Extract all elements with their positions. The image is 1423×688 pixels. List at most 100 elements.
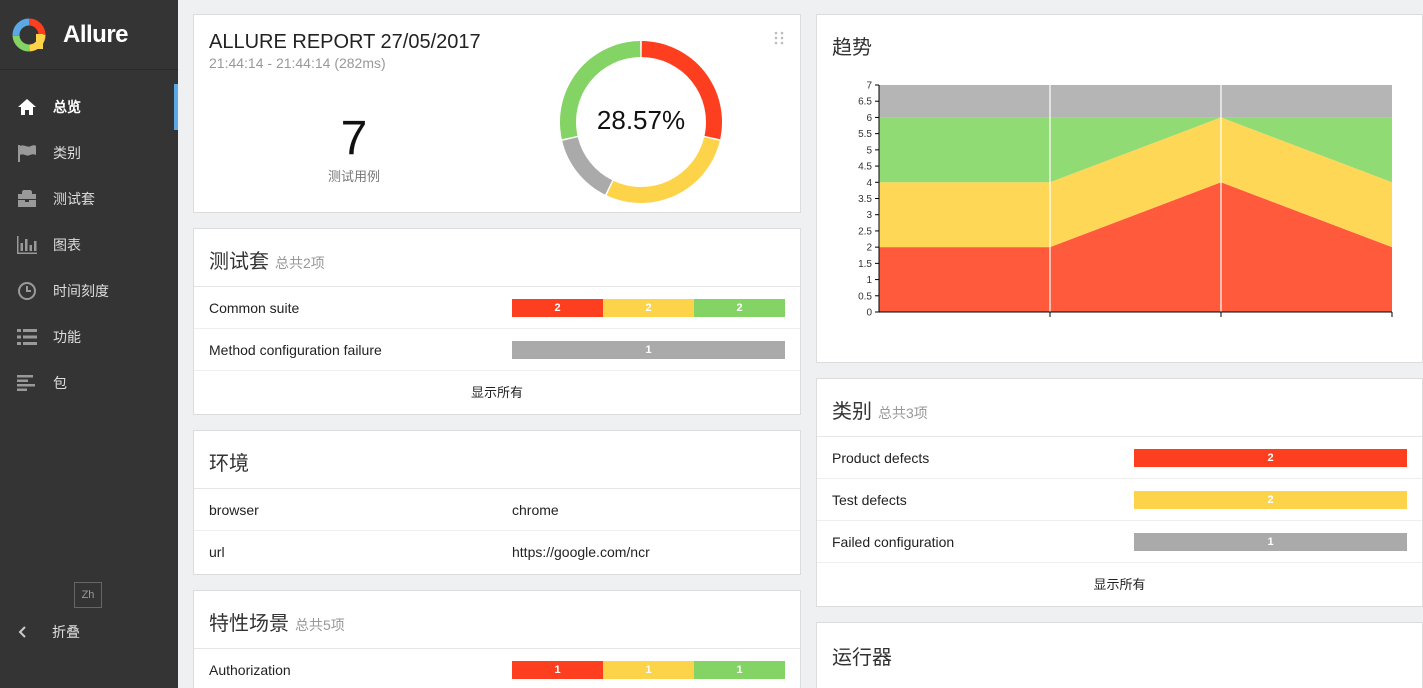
executors-widget: 运行器 bbox=[816, 622, 1423, 688]
clock-icon bbox=[16, 282, 38, 300]
passed-segment: 1 bbox=[694, 661, 785, 679]
trend-y-tick-label: 1 bbox=[866, 275, 872, 286]
trend-y-tick-label: 6.5 bbox=[858, 97, 872, 108]
suite-name: Common suite bbox=[209, 299, 300, 316]
categories-widget: 类别 总共3项 Product defects 2 Test defects 2 … bbox=[816, 378, 1423, 607]
chevron-left-icon bbox=[18, 626, 26, 638]
trend-y-tick-label: 4 bbox=[866, 178, 872, 189]
summary-widget: ALLURE REPORT 27/05/2017 21:44:14 - 21:4… bbox=[193, 14, 801, 213]
trend-chart[interactable]: 0 0.5 1 1.5 2 2.5 3 3.5 4 4.5 5 5.5 6 6.5 7 bbox=[832, 81, 1402, 331]
categories-count: 总共3项 bbox=[878, 405, 928, 421]
category-name: Failed configuration bbox=[832, 533, 955, 550]
env-key: url bbox=[209, 544, 225, 560]
app-name: Allure bbox=[63, 20, 129, 48]
category-row[interactable]: Failed configuration 1 bbox=[817, 521, 1422, 563]
collapse-label: 折叠 bbox=[52, 624, 80, 640]
suite-status-bar: 2 2 2 bbox=[512, 299, 785, 317]
environment-row: url https://google.com/ncr bbox=[194, 531, 800, 573]
align-left-icon bbox=[16, 374, 38, 392]
executors-title: 运行器 bbox=[832, 647, 892, 669]
broken-segment: 1 bbox=[603, 661, 694, 679]
trend-y-tick-label: 5 bbox=[866, 145, 872, 156]
feature-status-bar: 1 1 1 bbox=[512, 661, 785, 679]
category-row[interactable]: Test defects 2 bbox=[817, 479, 1422, 521]
home-icon bbox=[16, 98, 38, 116]
trend-y-tick-label: 1.5 bbox=[858, 259, 872, 270]
failed-segment: 1 bbox=[512, 661, 603, 679]
flag-icon bbox=[16, 144, 38, 162]
brand[interactable]: Allure bbox=[0, 0, 178, 70]
sidebar-item-suites[interactable]: 测试套 bbox=[0, 176, 178, 222]
trend-title: 趋势 bbox=[832, 37, 872, 59]
categories-title: 类别 总共3项 bbox=[817, 379, 1422, 437]
sidebar-item-behaviors[interactable]: 功能 bbox=[0, 314, 178, 360]
categories-show-all-link[interactable]: 显示所有 bbox=[817, 563, 1422, 603]
category-name: Product defects bbox=[832, 449, 930, 466]
sidebar-nav: 总览 类别 测试套 图表 时间刻度 功能 包 bbox=[0, 84, 178, 406]
broken-segment: 2 bbox=[603, 299, 694, 317]
sidebar-item-graphs[interactable]: 图表 bbox=[0, 222, 178, 268]
category-count: 2 bbox=[1134, 491, 1407, 509]
sidebar-item-timeline[interactable]: 时间刻度 bbox=[0, 268, 178, 314]
allure-logo-icon bbox=[12, 18, 46, 51]
trend-y-tick-label: 2 bbox=[866, 243, 872, 254]
suite-row[interactable]: Method configuration failure 1 bbox=[194, 329, 800, 371]
sidebar-item-overview[interactable]: 总览 bbox=[0, 84, 178, 130]
category-count: 2 bbox=[1134, 449, 1407, 467]
trend-y-tick-label: 5.5 bbox=[858, 129, 872, 140]
features-title-text: 特性场景 bbox=[209, 613, 289, 635]
category-name: Test defects bbox=[832, 491, 907, 508]
sidebar-item-label: 时间刻度 bbox=[53, 283, 109, 299]
drag-handle-icon[interactable] bbox=[774, 31, 784, 45]
sidebar-item-packages[interactable]: 包 bbox=[0, 360, 178, 406]
category-count: 1 bbox=[1134, 533, 1407, 551]
category-row[interactable]: Product defects 2 bbox=[817, 437, 1422, 479]
trend-widget: 趋势 0 0.5 1 1.5 2 2.5 3 3.5 4 4.5 5 5.5 6 6.5 7 bbox=[816, 14, 1423, 363]
category-bar: 2 bbox=[1134, 449, 1407, 467]
language-switch-button[interactable]: Zh bbox=[74, 582, 102, 608]
collapse-sidebar-button[interactable]: 折叠 bbox=[16, 620, 80, 644]
suites-show-all-link[interactable]: 显示所有 bbox=[194, 371, 800, 411]
total-test-cases: 7 bbox=[340, 112, 368, 165]
total-test-cases-label: 测试用例 bbox=[327, 169, 380, 184]
environment-row: browser chrome bbox=[194, 489, 800, 531]
feature-name: Authorization bbox=[209, 661, 291, 678]
trend-y-tick-label: 3.5 bbox=[858, 194, 872, 205]
feature-row[interactable]: Authorization 1 1 1 bbox=[194, 649, 800, 688]
trend-y-tick-label: 2.5 bbox=[858, 226, 872, 237]
sidebar-item-label: 类别 bbox=[53, 145, 81, 161]
broken-slice[interactable] bbox=[606, 137, 720, 204]
env-value: https://google.com/ncr bbox=[512, 544, 650, 560]
suite-name: Method configuration failure bbox=[209, 341, 382, 358]
trend-y-tick-label: 6 bbox=[866, 113, 872, 124]
list-icon bbox=[16, 328, 38, 346]
failed-segment: 2 bbox=[512, 299, 603, 317]
unknown-segment: 1 bbox=[512, 341, 785, 359]
suites-count: 总共2项 bbox=[275, 255, 325, 271]
sidebar-item-label: 功能 bbox=[53, 329, 81, 345]
trend-y-tick-label: 4.5 bbox=[858, 162, 872, 173]
features-widget: 特性场景 总共5项 Authorization 1 1 1 bbox=[193, 590, 801, 688]
trend-y-tick-label: 0.5 bbox=[858, 291, 872, 302]
passed-segment: 2 bbox=[694, 299, 785, 317]
sidebar-item-label: 图表 bbox=[53, 237, 81, 253]
trend-area-series-3[interactable] bbox=[879, 85, 1392, 118]
sidebar-item-categories[interactable]: 类别 bbox=[0, 130, 178, 176]
suites-title: 测试套 总共2项 bbox=[194, 229, 800, 287]
environment-title-text: 环境 bbox=[209, 453, 249, 475]
briefcase-icon bbox=[16, 190, 38, 208]
suite-row[interactable]: Common suite 2 2 2 bbox=[194, 287, 800, 329]
env-value: chrome bbox=[512, 501, 559, 518]
sidebar-item-label: 总览 bbox=[53, 99, 81, 115]
environment-widget: 环境 browser chrome url https://google.com… bbox=[193, 430, 801, 575]
environment-title: 环境 bbox=[194, 431, 800, 489]
unknown-slice[interactable] bbox=[562, 137, 613, 195]
success-rate: 28.57% bbox=[596, 105, 686, 135]
suite-status-bar: 1 bbox=[512, 341, 785, 359]
sidebar: Allure 总览 类别 测试套 图表 时间刻度 功能 包 Zh 折叠 bbox=[0, 0, 178, 688]
report-time-range: 21:44:14 - 21:44:14 (282ms) bbox=[209, 55, 386, 71]
sidebar-item-label: 包 bbox=[53, 375, 67, 391]
features-count: 总共5项 bbox=[295, 617, 345, 633]
trend-y-tick-label: 0 bbox=[866, 308, 872, 319]
category-bar: 2 bbox=[1134, 491, 1407, 509]
